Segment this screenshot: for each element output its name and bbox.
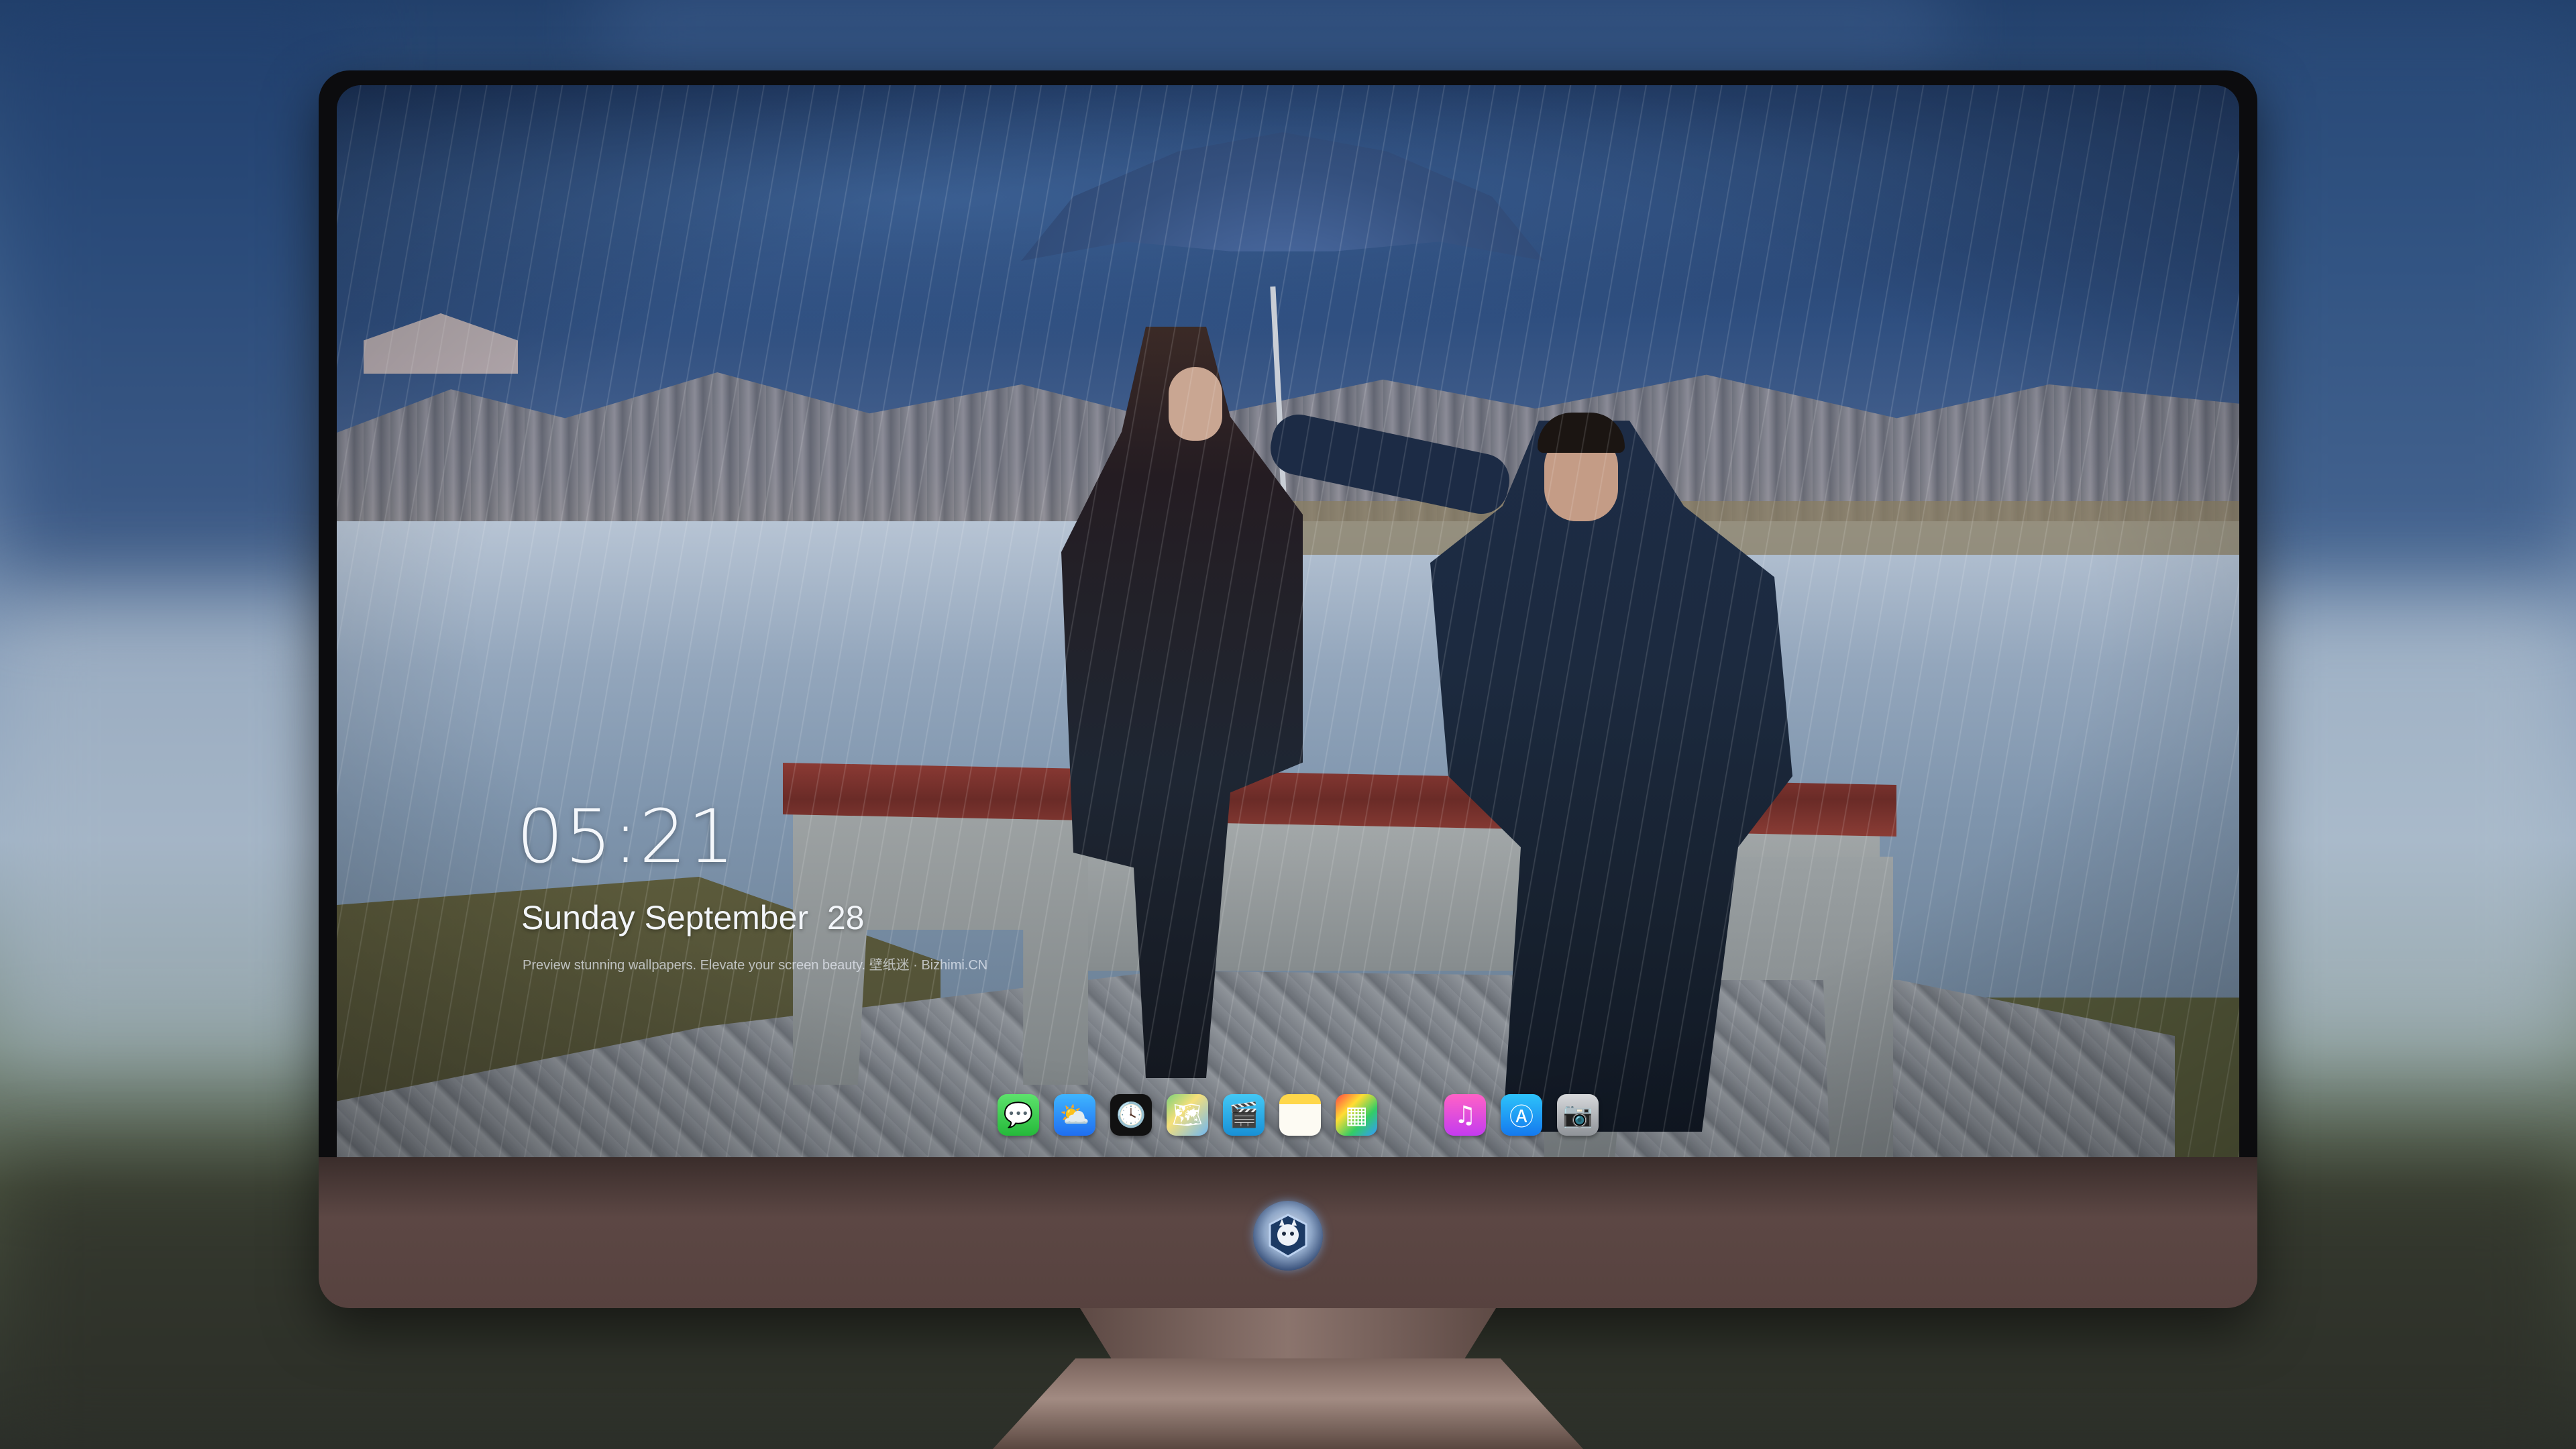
camera-icon[interactable]: 📷 [1557,1094,1599,1136]
clock-glyph: 🕓 [1116,1102,1146,1129]
background-sky-glow [604,0,1945,80]
lock-screen[interactable]: 05:21 Sunday September 28 Preview stunni… [337,85,2239,1157]
music-icon[interactable]: ♫ [1444,1094,1486,1136]
messages-glyph: 💬 [1003,1102,1034,1129]
lock-screen-clock: 05:21 [517,794,737,879]
background-water-left [0,590,349,1060]
weather-icon[interactable]: ⛅ [1054,1094,1095,1136]
wallpaper-credit: Preview stunning wallpapers. Elevate you… [523,958,988,973]
maps-icon[interactable]: 🗺 [1167,1094,1208,1136]
maps-glyph: 🗺 [1172,1102,1203,1129]
clock-icon[interactable]: 🕓 [1110,1094,1152,1136]
lock-screen-date: Sunday September 28 [521,899,865,936]
camera-glyph: 📷 [1562,1102,1593,1129]
monitor: 05:21 Sunday September 28 Preview stunni… [319,70,2257,1308]
background-sky-right [2227,0,2576,604]
app-store-glyph: Ⓐ [1509,1104,1534,1131]
mascot-logo-graphic [1269,1214,1307,1258]
notes-icon[interactable] [1279,1094,1321,1136]
clips-icon[interactable]: 🎬 [1223,1094,1265,1136]
photo-booth-icon[interactable]: ▦ [1336,1094,1377,1136]
clips-glyph: 🎬 [1228,1102,1259,1129]
monitor-stand-base [993,1358,1583,1449]
app-store-icon[interactable]: Ⓐ [1501,1094,1542,1136]
monitor-stand-neck [1080,1308,1496,1362]
dock: 💬 ⛅ 🕓 🗺 🎬 ▦ ♫ Ⓐ 📷 [998,1085,1599,1145]
blurred-background: 05:21 Sunday September 28 Preview stunni… [0,0,2576,1449]
mascot-logo-icon [1253,1201,1323,1271]
wallpaper-woman-face [1169,367,1222,441]
messages-icon[interactable]: 💬 [998,1094,1039,1136]
weather-glyph: ⛅ [1059,1102,1090,1129]
music-glyph: ♫ [1454,1101,1477,1129]
photo-booth-glyph: ▦ [1344,1101,1368,1129]
background-water-right [2227,590,2576,1060]
background-sky-left [0,0,349,604]
